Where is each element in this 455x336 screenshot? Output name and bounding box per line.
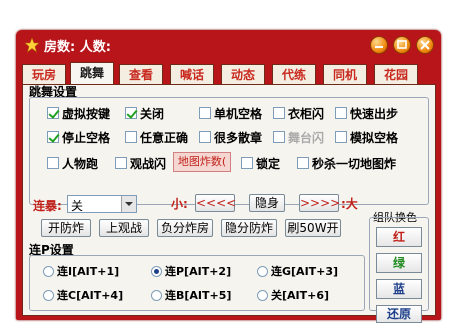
maximize-icon: [397, 40, 407, 49]
radio-combo-off[interactable]: 关[AIT+6]: [257, 287, 329, 303]
checkbox-box: [125, 107, 137, 119]
checkbox-instant-kill-map-bomb[interactable]: 秒杀一切地图炸: [297, 155, 396, 171]
radio-combo-g[interactable]: 连G[AIT+3]: [257, 263, 338, 279]
radio-label: 连C[AIT+4]: [57, 289, 124, 302]
anti-bomb-button[interactable]: 开防炸: [41, 219, 91, 237]
radio-combo-i[interactable]: 连I[AIT+1]: [43, 263, 119, 279]
window-title: 房数: 人数:: [44, 40, 111, 55]
checkbox-box: [47, 107, 59, 119]
checkbox-label: 关闭: [140, 106, 165, 121]
radio-combo-b[interactable]: 连B[AIT+5]: [151, 287, 231, 303]
radio-label: 关[AIT+6]: [271, 289, 330, 302]
combo-select[interactable]: 关: [67, 195, 137, 213]
prev-button[interactable]: <<<<: [195, 194, 236, 212]
hide-button[interactable]: 隐身: [249, 194, 285, 212]
checkbox-close[interactable]: 关闭: [125, 105, 164, 121]
blue-color-button[interactable]: 蓝: [376, 279, 422, 299]
tab-chakan[interactable]: 查看: [119, 64, 163, 84]
checkbox-label: 舞台闪: [288, 130, 325, 145]
star-icon: [24, 37, 40, 53]
checkbox-label: 观战闪: [130, 156, 167, 171]
radio-label: 连P[AIT+2]: [165, 265, 232, 278]
checkbox-label: 停止空格: [62, 130, 111, 145]
tab-tongji[interactable]: 同机: [323, 64, 367, 84]
close-icon: [420, 40, 430, 50]
checkbox-box: [47, 131, 59, 143]
checkbox-lock[interactable]: 锁定: [241, 155, 280, 171]
green-color-button[interactable]: 绿: [376, 253, 422, 273]
minimize-button[interactable]: [370, 36, 388, 54]
negative-bomb-room-button[interactable]: 负分炸房: [157, 219, 213, 237]
radio-combo-p[interactable]: 连P[AIT+2]: [151, 263, 231, 279]
checkbox-box: [47, 157, 59, 169]
checkbox-spectate-flash[interactable]: 观战闪: [115, 155, 166, 171]
radio-dot: [151, 289, 162, 301]
checkbox-quick-step[interactable]: 快速出步: [335, 105, 398, 121]
radio-dot: [43, 289, 54, 301]
tab-dailian[interactable]: 代练: [272, 64, 316, 84]
checkbox-label: 秒杀一切地图炸: [312, 156, 397, 171]
checkbox-label: 模拟空格: [350, 130, 399, 145]
checkbox-label: 很多散章: [214, 130, 263, 145]
radio-dot: [43, 265, 54, 277]
checkbox-wardrobe-flash[interactable]: 衣柜闪: [273, 105, 324, 121]
checkbox-box: [335, 107, 347, 119]
checkbox-label: 人物跑: [62, 156, 99, 171]
hidden-anti-bomb-button[interactable]: 隐分防炸: [221, 219, 277, 237]
red-color-button[interactable]: 红: [376, 227, 422, 247]
app-window: 房数: 人数: 玩房 跳舞 查看 喊话 动态 代练 同机 花园 跳舞设置 虚拟按…: [16, 30, 441, 323]
checkbox-virtual-key[interactable]: 虚拟按键: [47, 105, 110, 121]
map-bomb-button[interactable]: 地图炸数(: [173, 152, 231, 172]
checkbox-box: [199, 107, 211, 119]
radio-label: 连G[AIT+3]: [271, 265, 339, 278]
checkbox-any-correct[interactable]: 任意正确: [125, 129, 188, 145]
tab-huayuan[interactable]: 花园: [374, 64, 418, 84]
checkbox-many-chapters[interactable]: 很多散章: [199, 129, 262, 145]
checkbox-box: [115, 157, 127, 169]
checkbox-label: 快速出步: [350, 106, 399, 121]
checkbox-box: [241, 157, 253, 169]
close-button[interactable]: [416, 36, 434, 54]
radio-dot: [151, 265, 162, 277]
checkbox-box: [335, 131, 347, 143]
checkbox-label: 锁定: [256, 156, 281, 171]
checkbox-box: [125, 131, 137, 143]
tab-wanfang[interactable]: 玩房: [22, 64, 66, 84]
checkbox-box: [273, 107, 285, 119]
checkbox-label: 单机空格: [214, 106, 263, 121]
chevron-down-icon: [125, 202, 133, 206]
checkbox-character-run[interactable]: 人物跑: [47, 155, 98, 171]
small-label: 小:: [171, 197, 188, 211]
radio-dot: [257, 265, 268, 277]
radio-label: 连I[AIT+1]: [57, 265, 120, 278]
dance-panel: 跳舞设置 虚拟按键 关闭 单机空格 衣柜闪 快速出步 停止空格 任意正确 很多散…: [22, 84, 436, 323]
tab-hanhua[interactable]: 喊话: [170, 64, 214, 84]
checkbox-label: 衣柜闪: [288, 106, 325, 121]
restore-color-button[interactable]: 还原: [376, 305, 422, 323]
checkbox-label: 虚拟按键: [62, 106, 111, 121]
checkbox-box: [199, 131, 211, 143]
checkbox-label: 任意正确: [140, 130, 189, 145]
radio-label: 连B[AIT+5]: [165, 289, 232, 302]
checkbox-box: [297, 157, 309, 169]
maximize-button[interactable]: [393, 36, 411, 54]
checkbox-stop-space[interactable]: 停止空格: [47, 129, 110, 145]
tab-dongtai[interactable]: 动态: [221, 64, 265, 84]
big-label: :大: [341, 197, 358, 211]
checkbox-box: [273, 131, 285, 143]
checkbox-single-space[interactable]: 单机空格: [199, 105, 262, 121]
combo-value: 关: [71, 199, 84, 213]
combo-label: 连暴:: [33, 199, 62, 213]
radio-combo-c[interactable]: 连C[AIT+4]: [43, 287, 123, 303]
checkbox-simulate-space[interactable]: 模拟空格: [335, 129, 398, 145]
minimize-icon: [375, 46, 383, 48]
dropdown-arrow[interactable]: [121, 196, 136, 212]
tab-tiaowu[interactable]: 跳舞: [70, 62, 114, 85]
title-bar[interactable]: 房数: 人数:: [16, 30, 441, 60]
refresh-50w-button[interactable]: 刷50W开: [285, 219, 341, 237]
spectate-button[interactable]: 上观战: [99, 219, 149, 237]
radio-dot: [257, 289, 268, 301]
next-button[interactable]: >>>>: [299, 194, 340, 212]
checkbox-stage-flash[interactable]: 舞台闪: [273, 129, 324, 145]
